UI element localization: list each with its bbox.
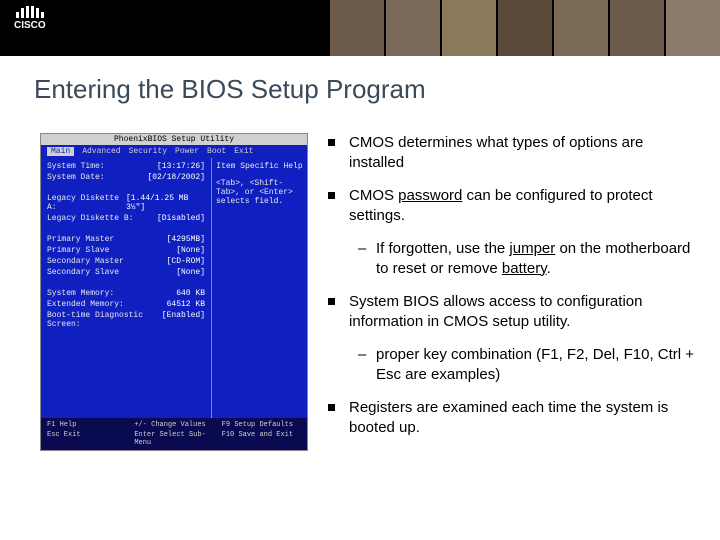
bios-field-value: [None] [176, 268, 205, 277]
bios-field-value: 64512 KB [167, 300, 205, 309]
bios-field-value: [4295MB] [167, 235, 205, 244]
bios-help-header: Item Specific Help [216, 162, 303, 171]
dash-icon: – [358, 345, 372, 384]
logo-bars-icon [16, 6, 44, 18]
bios-body: System Time: [13:17:26] System Date: [02/1… [41, 158, 307, 418]
face-tile [328, 0, 384, 56]
bios-field-label: System Memory: [47, 289, 114, 298]
bios-field-label: Secondary Slave [47, 268, 119, 277]
face-tile [384, 0, 440, 56]
bullet-text: CMOS password can be configured to prote… [349, 186, 700, 225]
bios-foot-key: +/- Change Values [134, 421, 213, 429]
bios-field-label: Primary Master [47, 235, 114, 244]
bios-field-value: [1.44/1.25 MB 3½"] [126, 194, 205, 212]
face-tile [496, 0, 552, 56]
bios-menu-security: Security [129, 147, 167, 156]
sub-bullet-item: –If forgotten, use the jumper on the mot… [358, 239, 700, 278]
face-tile [608, 0, 664, 56]
bios-menu-advanced: Advanced [82, 147, 120, 156]
bios-field-label: System Date: [47, 173, 105, 182]
bios-foot-key: Esc Exit [47, 431, 126, 447]
bios-field-label: Secondary Master [47, 257, 124, 266]
bios-help-body: <Tab>, <Shift-Tab>, or <Enter> selects f… [216, 179, 303, 206]
bios-footer: F1 Help +/- Change Values F9 Setup Defau… [41, 418, 307, 450]
face-tile [552, 0, 608, 56]
bullet-square-icon [328, 139, 335, 146]
bullet-square-icon [328, 192, 335, 199]
bios-menu-power: Power [175, 147, 199, 156]
slide-title: Entering the BIOS Setup Program [0, 62, 720, 113]
bullet-item: CMOS determines what types of options ar… [328, 133, 700, 172]
bios-screenshot: PhoenixBIOS Setup Utility Main Advanced … [40, 133, 308, 451]
face-tile [440, 0, 496, 56]
bios-menu-main: Main [47, 147, 74, 156]
bios-field-label: Extended Memory: [47, 300, 124, 309]
bios-foot-key: Enter Select Sub-Menu [134, 431, 213, 447]
logo-text: CISCO [14, 20, 46, 31]
bios-foot-key: F1 Help [47, 421, 126, 429]
bios-menu-bar: Main Advanced Security Power Boot Exit [41, 145, 307, 158]
bios-field-value: [02/18/2002] [147, 173, 205, 182]
bios-field-value: [None] [176, 246, 205, 255]
bullet-item: System BIOS allows access to configurati… [328, 292, 700, 331]
bios-util-title: PhoenixBIOS Setup Utility [41, 134, 307, 145]
bios-foot-key: F10 Save and Exit [222, 431, 301, 447]
bios-field-label: Boot-time Diagnostic Screen: [47, 311, 162, 329]
sub-bullet-text: proper key combination (F1, F2, Del, F10… [376, 345, 700, 384]
bullet-item: Registers are examined each time the sys… [328, 398, 700, 437]
bios-field-value: 640 KB [176, 289, 205, 298]
bullet-list: CMOS determines what types of options ar… [328, 133, 700, 451]
slide-content: PhoenixBIOS Setup Utility Main Advanced … [0, 113, 720, 451]
bios-menu-exit: Exit [234, 147, 253, 156]
sub-bullet-item: –proper key combination (F1, F2, Del, F1… [358, 345, 700, 384]
header-photo-strip [328, 0, 720, 56]
bios-field-value: [13:17:26] [157, 162, 205, 171]
dash-icon: – [358, 239, 372, 278]
bullet-square-icon [328, 404, 335, 411]
bios-menu-boot: Boot [207, 147, 226, 156]
bios-field-value: [Enabled] [162, 311, 205, 329]
bullet-item: CMOS password can be configured to prote… [328, 186, 700, 225]
bullet-square-icon [328, 298, 335, 305]
bullet-text: System BIOS allows access to configurati… [349, 292, 700, 331]
bios-field-label: Legacy Diskette B: [47, 214, 133, 223]
bullet-text: Registers are examined each time the sys… [349, 398, 700, 437]
bios-foot-key: F9 Setup Defaults [222, 421, 301, 429]
cisco-logo: CISCO [14, 6, 46, 31]
bullet-text: CMOS determines what types of options ar… [349, 133, 700, 172]
bios-field-label: Primary Slave [47, 246, 109, 255]
bios-field-label: Legacy Diskette A: [47, 194, 126, 212]
face-tile [664, 0, 720, 56]
bios-field-value: [CD-ROM] [167, 257, 205, 266]
bios-field-label: System Time: [47, 162, 105, 171]
slide-header: CISCO [0, 0, 720, 56]
bios-field-value: [Disabled] [157, 214, 205, 223]
bios-help-pane: Item Specific Help <Tab>, <Shift-Tab>, o… [211, 158, 307, 418]
bios-fields: System Time: [13:17:26] System Date: [02/1… [41, 158, 211, 418]
sub-bullet-text: If forgotten, use the jumper on the moth… [376, 239, 700, 278]
